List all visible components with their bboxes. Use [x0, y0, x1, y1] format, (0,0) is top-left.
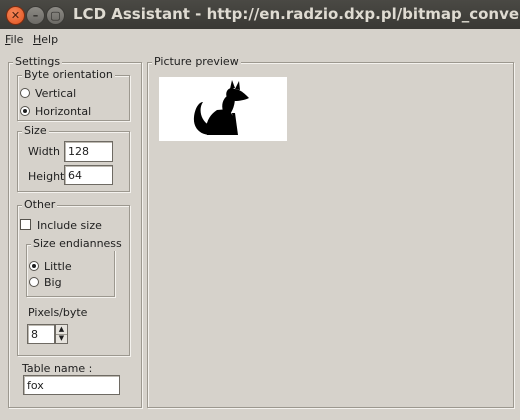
- minimize-window-button[interactable]: –: [26, 6, 45, 25]
- picture-preview-legend: Picture preview: [152, 55, 241, 69]
- radio-big-indicator[interactable]: [29, 277, 39, 287]
- other-group: Other Include size Size endianness Littl…: [17, 198, 130, 356]
- pixels-per-byte-stepper[interactable]: ▲ ▼: [55, 324, 68, 344]
- maximize-icon: ▢: [50, 9, 61, 22]
- radio-horizontal-indicator[interactable]: [20, 106, 30, 116]
- stepper-down-icon[interactable]: ▼: [56, 334, 67, 343]
- radio-big-label: Big: [44, 276, 62, 289]
- radio-vertical-indicator[interactable]: [20, 88, 30, 98]
- menu-help[interactable]: Help: [33, 33, 58, 46]
- width-field[interactable]: [64, 141, 113, 162]
- radio-little-indicator[interactable]: [29, 261, 39, 271]
- close-window-button[interactable]: ✕: [6, 6, 25, 25]
- size-endianness-group: Size endianness Little Big: [26, 237, 124, 297]
- height-field[interactable]: [64, 165, 113, 185]
- window-title: LCD Assistant - http://en.radzio.dxp.pl/…: [73, 5, 520, 23]
- settings-legend: Settings: [13, 55, 63, 69]
- width-label: Width: [28, 145, 60, 158]
- radio-little-label: Little: [44, 260, 72, 273]
- other-legend: Other: [22, 198, 58, 212]
- maximize-window-button[interactable]: ▢: [46, 6, 65, 25]
- include-size-label: Include size: [37, 219, 102, 232]
- radio-horizontal-label: Horizontal: [35, 105, 92, 118]
- preview-canvas: [159, 77, 287, 141]
- settings-group: Settings Byte orientation Vertical Horiz…: [8, 55, 142, 408]
- app-window: ✕ – ▢ LCD Assistant - http://en.radzio.d…: [0, 0, 520, 420]
- title-bar[interactable]: ✕ – ▢ LCD Assistant - http://en.radzio.d…: [0, 0, 520, 29]
- menu-help-label: elp: [41, 33, 59, 46]
- size-endianness-legend: Size endianness: [31, 237, 124, 251]
- radio-vertical-label: Vertical: [35, 87, 77, 100]
- pixels-per-byte-label: Pixels/byte: [28, 306, 88, 319]
- include-size-box[interactable]: [20, 219, 31, 230]
- table-name-label: Table name :: [22, 362, 93, 375]
- pixels-per-byte-field[interactable]: [27, 324, 55, 344]
- byte-orientation-group: Byte orientation Vertical Horizontal: [17, 68, 130, 121]
- byte-orientation-legend: Byte orientation: [22, 68, 115, 82]
- close-icon: ✕: [10, 9, 21, 22]
- size-group: Size Width Height: [17, 124, 130, 192]
- table-name-field[interactable]: [23, 375, 120, 395]
- picture-preview-group: Picture preview: [147, 55, 514, 408]
- fox-silhouette-image: [193, 80, 249, 135]
- menu-bar: File Help: [0, 29, 520, 51]
- size-legend: Size: [22, 124, 49, 138]
- menu-file-label: ile: [10, 33, 24, 46]
- menu-file[interactable]: File: [5, 33, 23, 46]
- minimize-icon: –: [32, 9, 39, 22]
- height-label: Height: [28, 170, 65, 183]
